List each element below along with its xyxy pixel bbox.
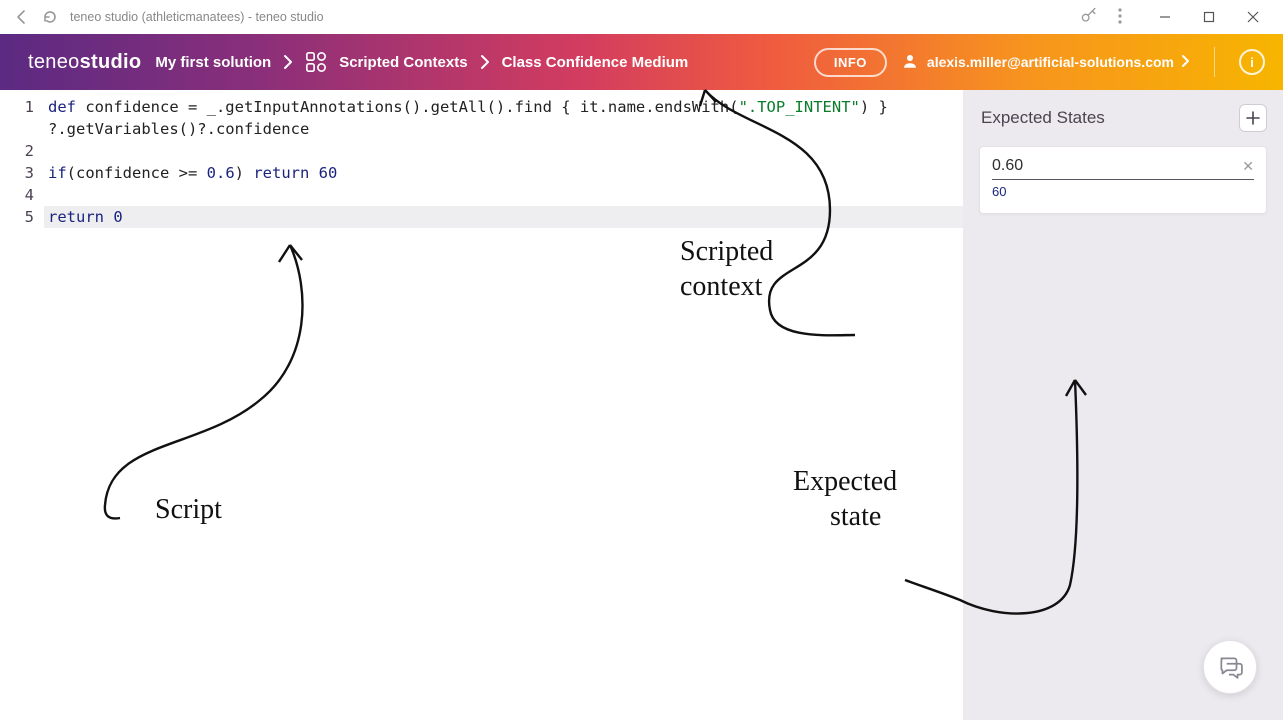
app-header: teneostudio My first solution Scripted C… <box>0 34 1283 90</box>
breadcrumb-current: Class Confidence Medium <box>502 54 689 71</box>
code-line[interactable]: if(confidence >= 0.6) return 60 <box>44 162 963 184</box>
user-icon <box>901 52 919 73</box>
window-controls <box>1143 1 1275 33</box>
code-line[interactable]: return 0 <box>44 206 963 228</box>
code-line[interactable] <box>44 184 963 206</box>
expected-state-card: ✕ 60 <box>979 146 1267 214</box>
line-gutter: 1 2345 <box>0 90 44 720</box>
close-button[interactable] <box>1231 1 1275 33</box>
line-number <box>0 118 34 140</box>
line-number: 2 <box>0 140 34 162</box>
line-number: 3 <box>0 162 34 184</box>
expected-state-input[interactable] <box>992 157 1236 175</box>
window-title: teneo studio (athleticmanatees) - teneo … <box>70 10 324 24</box>
breadcrumb-section[interactable]: Scripted Contexts <box>339 54 467 71</box>
chevron-right-icon <box>1182 54 1190 70</box>
divider <box>1214 47 1215 77</box>
line-number: 5 <box>0 206 34 228</box>
app-logo[interactable]: teneostudio <box>28 51 141 74</box>
key-icon[interactable] <box>1079 6 1099 29</box>
minimize-button[interactable] <box>1143 1 1187 33</box>
logo-bold: studio <box>80 51 142 73</box>
kebab-menu-icon[interactable] <box>1105 8 1135 27</box>
add-state-button[interactable] <box>1239 104 1267 132</box>
scripted-contexts-icon <box>305 51 327 73</box>
expected-states-title: Expected States <box>981 108 1105 128</box>
line-number: 4 <box>0 184 34 206</box>
code-line[interactable]: ?.getVariables()?.confidence <box>44 118 963 140</box>
code-line[interactable]: def confidence = _.getInputAnnotations()… <box>44 96 963 118</box>
breadcrumb: My first solution Scripted Contexts Clas… <box>155 51 688 73</box>
user-email: alexis.miller@artificial-solutions.com <box>927 54 1174 70</box>
breadcrumb-solution[interactable]: My first solution <box>155 54 271 71</box>
window-title-bar: teneo studio (athleticmanatees) - teneo … <box>0 0 1283 34</box>
code-line[interactable] <box>44 140 963 162</box>
main-content: 1 2345 def confidence = _.getInputAnnota… <box>0 90 1283 720</box>
chat-button[interactable] <box>1203 640 1257 694</box>
back-button[interactable] <box>8 3 36 31</box>
line-number: 1 <box>0 96 34 118</box>
chevron-right-icon <box>480 55 490 69</box>
refresh-button[interactable] <box>36 3 64 31</box>
chevron-right-icon <box>283 55 293 69</box>
logo-light: teneo <box>28 51 80 73</box>
clear-state-button[interactable]: ✕ <box>1236 158 1254 175</box>
expected-state-result: 60 <box>992 180 1254 199</box>
code-editor[interactable]: 1 2345 def confidence = _.getInputAnnota… <box>0 90 963 720</box>
maximize-button[interactable] <box>1187 1 1231 33</box>
info-icon[interactable]: i <box>1239 49 1265 75</box>
expected-states-panel: Expected States ✕ 60 <box>963 90 1283 720</box>
info-button[interactable]: INFO <box>814 48 887 77</box>
code-lines[interactable]: def confidence = _.getInputAnnotations()… <box>44 90 963 720</box>
user-menu[interactable]: alexis.miller@artificial-solutions.com <box>901 52 1190 73</box>
